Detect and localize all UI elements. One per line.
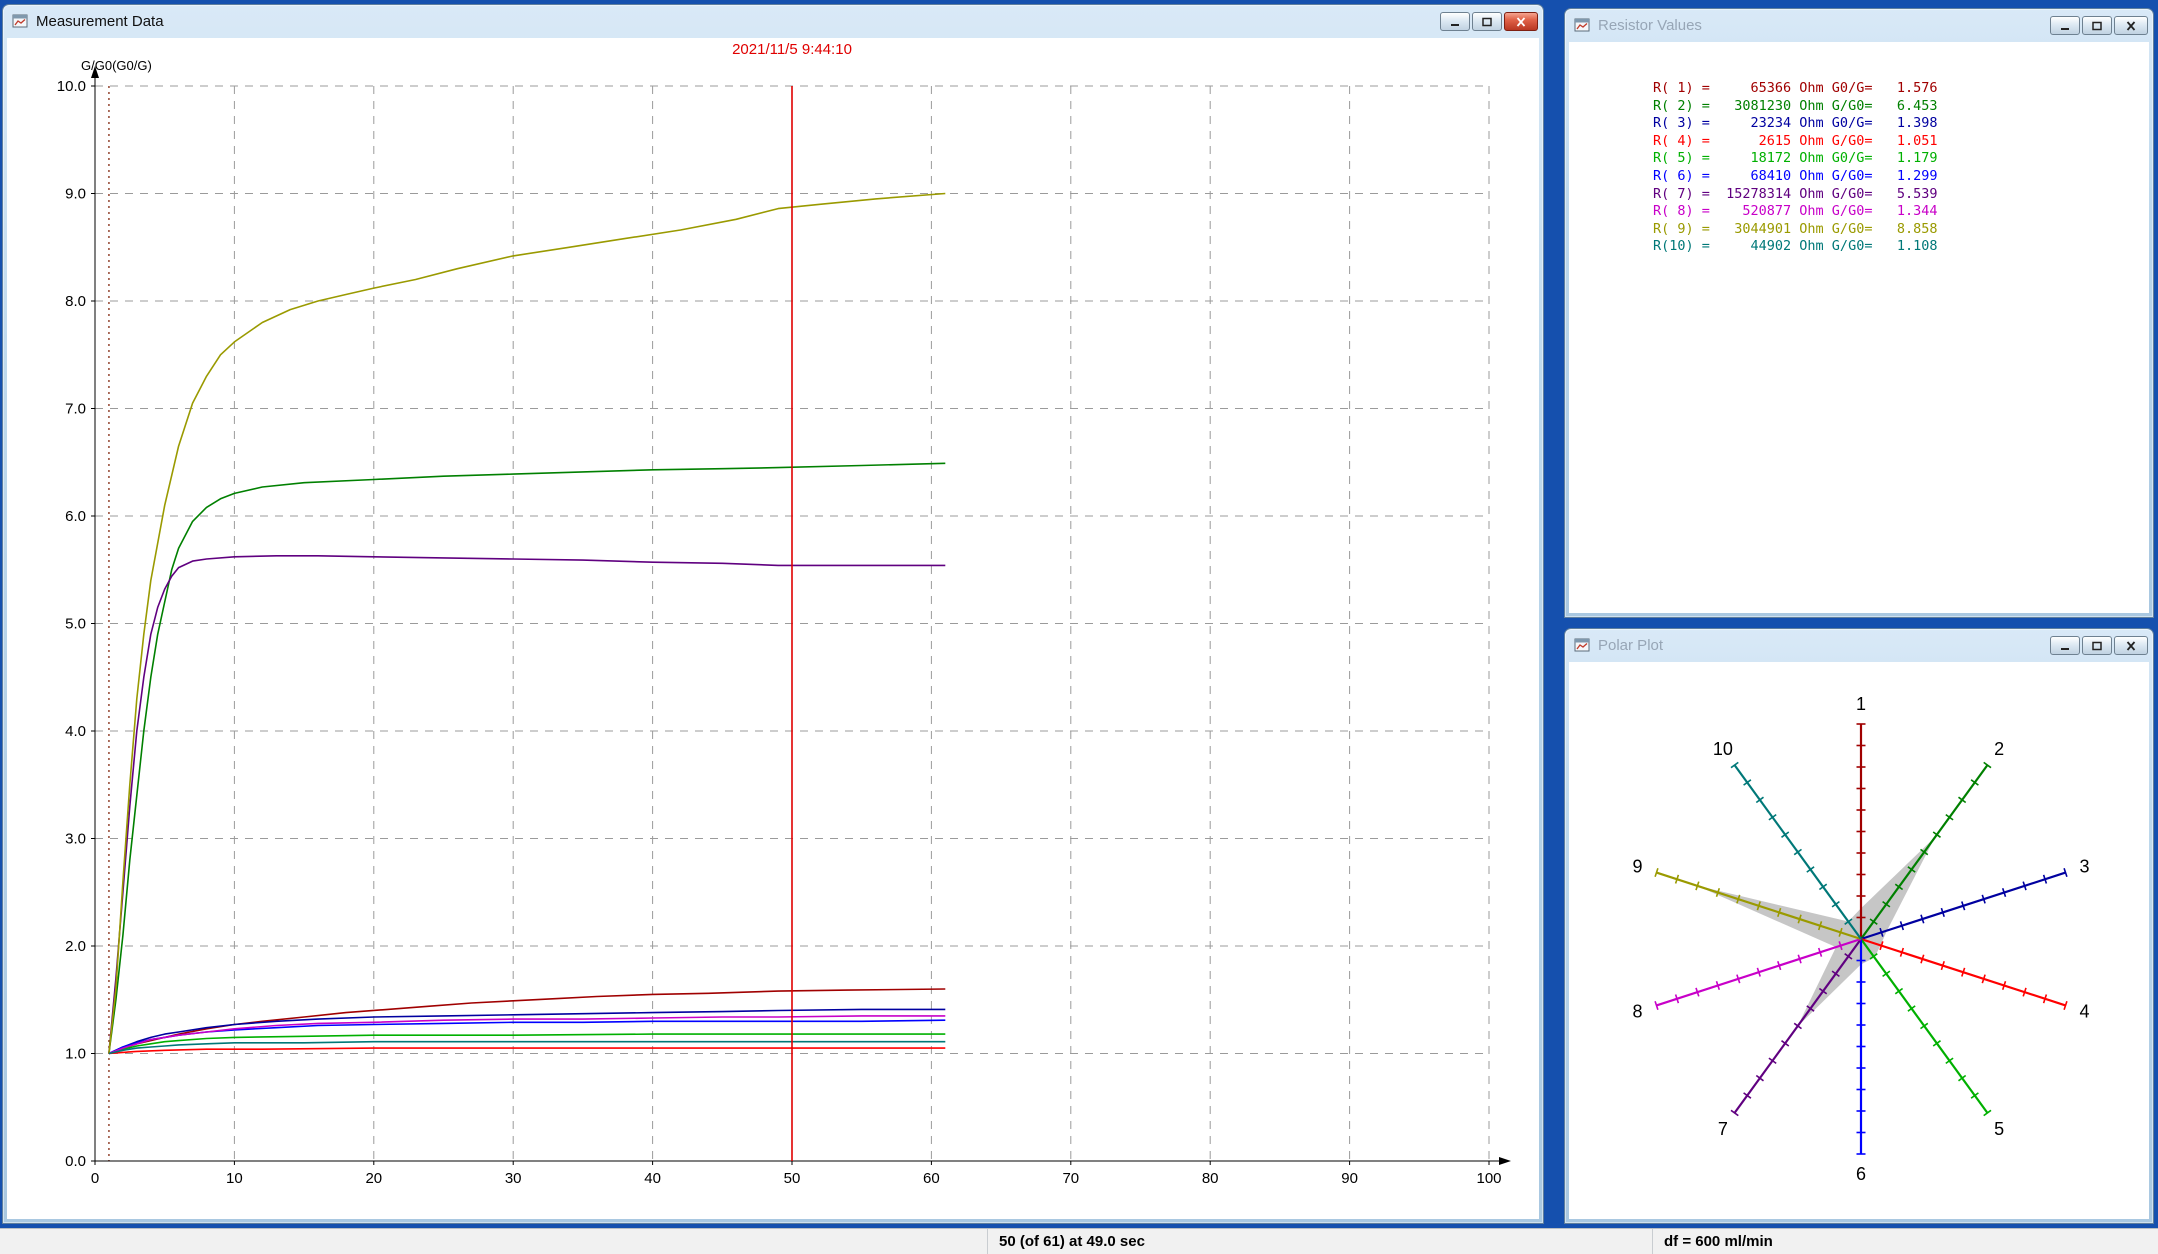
polar-axis-7: 7 — [1718, 939, 1861, 1139]
resistor-row: R( 2) = 3081230 Ohm G/G0= 6.453 — [1653, 98, 2149, 116]
status-flow-text: df = 600 ml/min — [1664, 1233, 1773, 1250]
maximize-button[interactable] — [2082, 636, 2112, 655]
polar-axis-1: 1 — [1856, 694, 1866, 939]
svg-text:9.0: 9.0 — [65, 186, 86, 203]
polar-axis-label: 2 — [1994, 739, 2004, 759]
svg-text:10.0: 10.0 — [57, 78, 86, 95]
polar-axis-label: 6 — [1856, 1164, 1866, 1184]
polar-axis-label: 5 — [1994, 1119, 2004, 1139]
polar-plot-window: Polar Plot 1 2 3 4 5 6 7 8 9 10 — [1564, 628, 2154, 1224]
svg-text:0.0: 0.0 — [65, 1153, 86, 1170]
status-bar: 50 (of 61) at 49.0 sec df = 600 ml/min — [0, 1228, 2158, 1254]
svg-text:80: 80 — [1202, 1170, 1219, 1187]
resistor-row: R( 8) = 520877 Ohm G/G0= 1.344 — [1653, 203, 2149, 221]
polar-axis-label: 10 — [1713, 739, 1733, 759]
minimize-button[interactable] — [2050, 16, 2080, 35]
window-title: Resistor Values — [1598, 17, 2050, 34]
svg-text:30: 30 — [505, 1170, 522, 1187]
svg-text:90: 90 — [1341, 1170, 1358, 1187]
polar-axis-label: 1 — [1856, 694, 1866, 714]
svg-text:7.0: 7.0 — [65, 401, 86, 418]
svg-text:0: 0 — [91, 1170, 99, 1187]
resistor-list: R( 1) = 65366 Ohm G0/G= 1.576R( 2) = 308… — [1569, 42, 2149, 256]
minimize-button[interactable] — [2050, 636, 2080, 655]
polar-plot-chart[interactable]: 1 2 3 4 5 6 7 8 9 10 — [1569, 662, 2149, 1219]
measurement-data-window: Measurement Data 01020304050607080901000… — [2, 4, 1544, 1224]
window-icon — [1574, 18, 1592, 34]
svg-text:8.0: 8.0 — [65, 293, 86, 310]
window-title: Measurement Data — [36, 13, 1440, 30]
svg-text:5.0: 5.0 — [65, 616, 86, 633]
resistor-row: R( 3) = 23234 Ohm G0/G= 1.398 — [1653, 115, 2149, 133]
polar-client: 1 2 3 4 5 6 7 8 9 10 — [1569, 662, 2149, 1219]
polar-titlebar[interactable]: Polar Plot — [1569, 629, 2149, 662]
svg-text:100: 100 — [1476, 1170, 1501, 1187]
svg-text:40: 40 — [644, 1170, 661, 1187]
svg-text:10: 10 — [226, 1170, 243, 1187]
status-panel-flow: df = 600 ml/min — [1653, 1229, 2158, 1254]
polar-axis-5: 5 — [1861, 939, 2004, 1139]
svg-text:70: 70 — [1062, 1170, 1079, 1187]
resistor-row: R( 1) = 65366 Ohm G0/G= 1.576 — [1653, 80, 2149, 98]
polar-axis-label: 4 — [2079, 1002, 2089, 1022]
close-button[interactable] — [2114, 16, 2148, 35]
resistor-titlebar[interactable]: Resistor Values — [1569, 9, 2149, 42]
resistor-row: R( 5) = 18172 Ohm G0/G= 1.179 — [1653, 150, 2149, 168]
status-progress-text: 50 (of 61) at 49.0 sec — [999, 1233, 1145, 1250]
polar-axis-label: 3 — [2079, 856, 2089, 876]
svg-text:60: 60 — [923, 1170, 940, 1187]
maximize-button[interactable] — [1472, 12, 1502, 31]
polar-axis-label: 9 — [1632, 856, 1642, 876]
measurement-client: 0 10 20 30 40 50 60 70 80 90 100 0.0 1.0 2.0 3.0 4.0 5.0… — [7, 38, 1539, 1219]
resistor-values-window: Resistor Values R( 1) = 65366 Ohm G0/G= … — [1564, 8, 2154, 618]
status-panel-empty — [0, 1229, 988, 1254]
resistor-row: R( 9) = 3044901 Ohm G/G0= 8.858 — [1653, 221, 2149, 239]
minimize-button[interactable] — [1440, 12, 1470, 31]
close-button[interactable] — [2114, 636, 2148, 655]
polar-axis-2: 2 — [1861, 739, 2004, 939]
window-icon — [1574, 638, 1592, 654]
svg-text:6.0: 6.0 — [65, 508, 86, 525]
measurement-titlebar[interactable]: Measurement Data — [7, 5, 1539, 38]
resistor-row: R( 6) = 68410 Ohm G/G0= 1.299 — [1653, 168, 2149, 186]
status-panel-progress: 50 (of 61) at 49.0 sec — [988, 1229, 1653, 1254]
polar-axis-6: 6 — [1856, 939, 1866, 1184]
close-button[interactable] — [1504, 12, 1538, 31]
polar-axis-4: 4 — [1861, 939, 2090, 1022]
resistor-client: R( 1) = 65366 Ohm G0/G= 1.576R( 2) = 308… — [1569, 42, 2149, 613]
polar-value-polygon — [1696, 837, 1935, 1027]
y-axis-label: G/G0(G0/G) — [81, 58, 152, 73]
svg-text:4.0: 4.0 — [65, 723, 86, 740]
svg-text:20: 20 — [365, 1170, 382, 1187]
svg-text:2.0: 2.0 — [65, 938, 86, 955]
polar-axis-label: 8 — [1632, 1002, 1642, 1022]
measurement-line-chart[interactable]: 0 10 20 30 40 50 60 70 80 90 100 0.0 1.0 2.0 3.0 4.0 5.0… — [7, 38, 1539, 1219]
resistor-row: R( 7) = 15278314 Ohm G/G0= 5.539 — [1653, 186, 2149, 204]
svg-text:1.0: 1.0 — [65, 1046, 86, 1063]
cursor-timestamp: 2021/11/5 9:44:10 — [732, 41, 852, 58]
polar-axis-label: 7 — [1718, 1119, 1728, 1139]
resistor-row: R( 4) = 2615 Ohm G/G0= 1.051 — [1653, 133, 2149, 151]
maximize-button[interactable] — [2082, 16, 2112, 35]
svg-text:50: 50 — [784, 1170, 801, 1187]
svg-text:3.0: 3.0 — [65, 831, 86, 848]
window-icon — [12, 14, 30, 30]
window-title: Polar Plot — [1598, 637, 2050, 654]
resistor-row: R(10) = 44902 Ohm G/G0= 1.108 — [1653, 238, 2149, 256]
